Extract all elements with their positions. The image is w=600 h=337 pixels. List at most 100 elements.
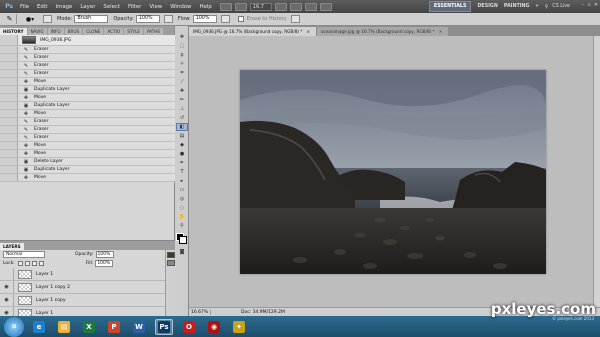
history-state[interactable]: ✥ Move — [0, 142, 175, 150]
maximize-button[interactable]: ▫ — [587, 2, 590, 8]
search-icon[interactable]: ⚲ — [545, 4, 549, 10]
layer-name[interactable]: Layer 1 — [36, 311, 53, 316]
marquee-tool-icon[interactable]: ⬚ — [176, 42, 188, 50]
document-tab-active[interactable]: IMG_0936.JPG @ 16.7% (Background copy, R… — [189, 27, 316, 36]
history-brush-tool-icon[interactable]: ↺ — [176, 114, 188, 122]
dodge-tool-icon[interactable]: ● — [176, 150, 188, 158]
menu-filter[interactable]: Filter — [128, 4, 141, 10]
layer-row[interactable]: ◉ Layer 1 copy 2 — [0, 281, 175, 294]
history-state[interactable]: ▣ Delete Layer — [0, 158, 175, 166]
history-brush-source-cell[interactable] — [0, 118, 18, 125]
history-state[interactable]: ✎ Eraser — [0, 134, 175, 142]
tab-clone-source[interactable]: CLONE — [83, 28, 104, 35]
menu-view[interactable]: View — [149, 4, 162, 10]
taskbar-app-button[interactable]: P — [105, 319, 123, 335]
menu-help[interactable]: Help — [199, 4, 211, 10]
close-button[interactable]: ✕ — [594, 2, 598, 8]
pressure-opacity-icon[interactable] — [163, 15, 173, 23]
history-brush-source-cell[interactable] — [0, 94, 18, 101]
blur-tool-icon[interactable]: ◆ — [176, 141, 188, 149]
opacity-input[interactable]: 100% — [135, 15, 160, 23]
color-swatch[interactable] — [167, 260, 175, 266]
history-brush-source-cell[interactable] — [0, 150, 18, 157]
airbrush-icon[interactable] — [220, 15, 230, 23]
brush-preset-picker[interactable]: ●▾ — [21, 14, 39, 24]
gradient-tool-icon[interactable]: ▤ — [176, 132, 188, 140]
history-brush-source-cell[interactable] — [0, 54, 18, 61]
layer-name[interactable]: Layer 1 copy 2 — [36, 285, 70, 290]
zoom-tool-icon[interactable]: ⚲ — [176, 222, 188, 230]
hand-tool-icon[interactable]: ✋ — [176, 213, 188, 221]
layer-row[interactable]: ◉ Layer 1 copy — [0, 294, 175, 307]
menu-layer[interactable]: Layer — [80, 4, 95, 10]
close-tab-icon[interactable]: × — [306, 29, 310, 34]
lock-transparency-icon[interactable] — [17, 261, 23, 266]
taskbar-app-button[interactable]: X — [80, 319, 98, 335]
tab-styles[interactable]: STYLE — [124, 28, 143, 35]
history-snapshot[interactable]: IMG_0936.JPG — [0, 35, 175, 46]
pen-tool-icon[interactable]: ✒ — [176, 159, 188, 167]
lasso-tool-icon[interactable]: ϙ — [176, 51, 188, 59]
layer-row[interactable]: Layer 1 — [0, 268, 175, 281]
visibility-eye-icon[interactable]: ◉ — [0, 294, 14, 306]
blend-mode-select[interactable]: Normal — [3, 251, 45, 258]
taskbar-app-button[interactable]: O — [180, 319, 198, 335]
history-brush-source-cell[interactable] — [0, 86, 18, 93]
lock-pixels-icon[interactable] — [24, 261, 30, 266]
path-selection-tool-icon[interactable]: ▸ — [176, 177, 188, 185]
visibility-eye-icon[interactable] — [0, 268, 14, 280]
menu-window[interactable]: Window — [170, 4, 191, 10]
history-brush-source-cell[interactable] — [0, 166, 18, 173]
rotate-view-icon[interactable] — [289, 2, 302, 11]
zoom-readout[interactable]: 16.67% — [189, 309, 211, 315]
taskbar-app-button[interactable]: ▤ — [55, 319, 73, 335]
workspace-essentials-button[interactable]: ESSENTIALS — [428, 1, 472, 12]
crop-tool-icon[interactable]: ⌗ — [176, 69, 188, 77]
pressure-size-icon[interactable] — [290, 15, 300, 23]
history-state[interactable]: ✎ Eraser — [0, 70, 175, 78]
history-brush-source-cell[interactable] — [0, 78, 18, 85]
close-tab-icon[interactable]: × — [439, 29, 443, 34]
document-tab[interactable]: oceanimage.jpg @ 16.7% (Background copy,… — [316, 27, 449, 36]
lock-position-icon[interactable] — [31, 261, 37, 266]
type-tool-icon[interactable]: T — [176, 168, 188, 176]
history-state[interactable]: ✥ Move — [0, 174, 175, 182]
quick-select-tool-icon[interactable]: ✧ — [176, 60, 188, 68]
layer-name[interactable]: Layer 1 — [36, 272, 53, 277]
tab-navigator[interactable]: NAVIG — [27, 28, 47, 35]
canvas-area[interactable] — [189, 36, 593, 307]
fill-input[interactable]: 100% — [95, 260, 114, 267]
history-brush-source-cell[interactable] — [0, 174, 18, 181]
clone-stamp-tool-icon[interactable]: ⊥ — [176, 105, 188, 113]
more-workspaces-button[interactable]: » — [536, 4, 539, 9]
history-state[interactable]: ✥ Move — [0, 94, 175, 102]
erase-to-history-checkbox[interactable] — [237, 16, 244, 22]
history-brush-source-cell[interactable] — [0, 110, 18, 117]
history-brush-source-cell[interactable] — [0, 46, 18, 53]
taskbar-app-button[interactable]: ✦ — [230, 319, 248, 335]
vertical-scrollbar[interactable] — [593, 36, 600, 307]
color-swatch[interactable] — [167, 252, 175, 258]
eraser-tool-preset-icon[interactable]: ✎ — [3, 14, 17, 24]
visibility-eye-icon[interactable]: ◉ — [0, 281, 14, 293]
document-canvas-image[interactable] — [240, 70, 546, 274]
history-state[interactable]: ✎ Eraser — [0, 126, 175, 134]
taskbar-app-button[interactable]: W — [130, 319, 148, 335]
eraser-tool-icon[interactable]: ◧ — [176, 123, 188, 131]
taskbar-app-button[interactable]: ◉ — [205, 319, 223, 335]
flow-input[interactable]: 100% — [192, 15, 217, 23]
brush-panel-toggle-icon[interactable] — [43, 15, 52, 23]
start-button[interactable]: ⊞ — [4, 316, 24, 337]
shape-tool-icon[interactable]: ▭ — [176, 186, 188, 194]
menu-file[interactable]: File — [20, 4, 29, 10]
minimize-button[interactable]: – — [582, 2, 585, 8]
tab-brush[interactable]: BRUS — [64, 28, 83, 35]
history-state[interactable]: ▣ Duplicate Layer — [0, 102, 175, 110]
taskbar-app-button[interactable]: Ps — [155, 318, 173, 335]
eyedropper-tool-icon[interactable]: ⁄ — [176, 78, 188, 86]
menu-select[interactable]: Select — [103, 4, 120, 10]
tab-actions[interactable]: ACTIO — [104, 28, 124, 35]
history-state[interactable]: ✎ Eraser — [0, 62, 175, 70]
history-state[interactable]: ✎ Eraser — [0, 46, 175, 54]
history-brush-source-cell[interactable] — [0, 70, 18, 77]
